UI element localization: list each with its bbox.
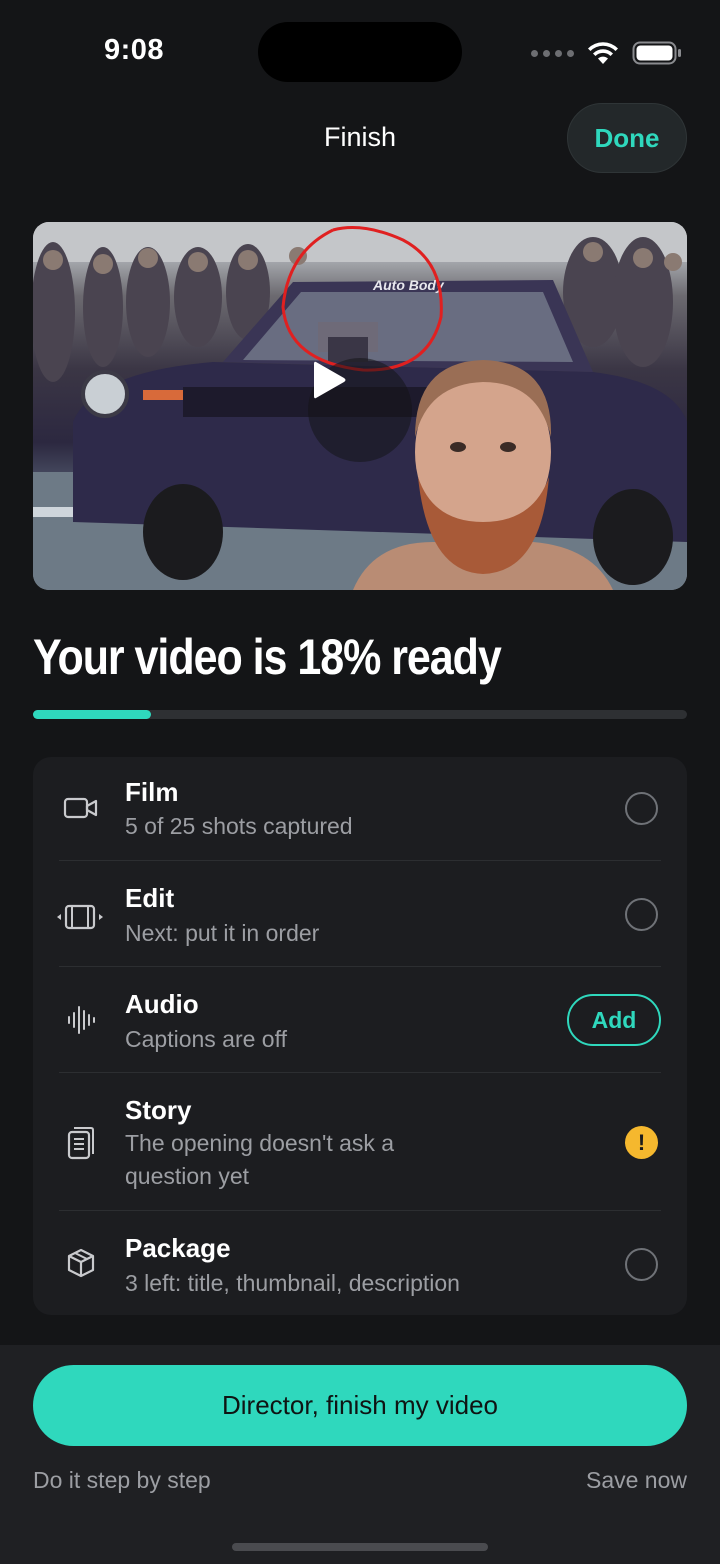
film-strip-icon [55, 899, 105, 935]
incomplete-status-icon [625, 1248, 658, 1281]
checklist-item-package[interactable]: Package 3 left: title, thumbnail, descri… [33, 1211, 687, 1315]
checklist-item-title: Package [125, 1233, 231, 1263]
checklist-item-film[interactable]: Film 5 of 25 shots captured [33, 757, 687, 861]
checklist-item-story[interactable]: Story The opening doesn't ask a question… [33, 1073, 687, 1211]
audio-wave-icon [63, 1002, 99, 1038]
video-camera-icon [63, 790, 99, 826]
progress-bar [33, 710, 687, 719]
checklist-item-edit[interactable]: Edit Next: put it in order [33, 861, 687, 967]
checklist-item-subtitle: The opening doesn't ask a question yet [125, 1130, 395, 1189]
document-icon [63, 1125, 99, 1161]
checklist-card: Film 5 of 25 shots captured Edit Next: p… [33, 757, 687, 1315]
wifi-icon [588, 42, 618, 64]
play-icon [314, 361, 346, 399]
status-time: 9:08 [104, 34, 165, 66]
bottom-action-panel: Director, finish my video Do it step by … [0, 1345, 720, 1564]
checklist-item-title: Story [125, 1095, 192, 1125]
done-button[interactable]: Done [567, 103, 687, 173]
checklist-item-audio[interactable]: Audio Captions are off Add [33, 967, 687, 1073]
video-preview[interactable]: Auto Body [33, 222, 687, 590]
status-icons [531, 38, 682, 68]
box-icon [63, 1245, 99, 1281]
windshield-text: Auto Body [372, 277, 445, 293]
dynamic-island [258, 22, 462, 82]
checklist-item-subtitle: Captions are off [125, 1026, 287, 1052]
checklist-item-title: Audio [125, 989, 199, 1019]
step-by-step-link[interactable]: Do it step by step [33, 1467, 211, 1494]
cellular-signal-icon [531, 49, 574, 57]
play-button[interactable] [308, 358, 412, 462]
checklist-item-title: Edit [125, 883, 175, 913]
incomplete-status-icon [625, 792, 658, 825]
save-now-link[interactable]: Save now [586, 1467, 687, 1494]
finish-video-button[interactable]: Director, finish my video [33, 1365, 687, 1446]
checklist-item-subtitle: 3 left: title, thumbnail, description [125, 1270, 460, 1296]
battery-icon [632, 41, 681, 65]
progress-heading: Your video is 18% ready [33, 629, 502, 685]
checklist-item-subtitle: Next: put it in order [125, 920, 320, 946]
incomplete-status-icon [625, 898, 658, 931]
checklist-item-subtitle: 5 of 25 shots captured [125, 813, 353, 839]
add-captions-button[interactable]: Add [567, 994, 661, 1046]
finish-screen: 9:08 Finish Done Auto Body Your video is… [0, 0, 720, 1564]
home-indicator[interactable] [232, 1543, 488, 1551]
warning-icon: ! [625, 1126, 658, 1159]
progress-bar-fill [33, 710, 151, 719]
checklist-item-title: Film [125, 777, 179, 807]
